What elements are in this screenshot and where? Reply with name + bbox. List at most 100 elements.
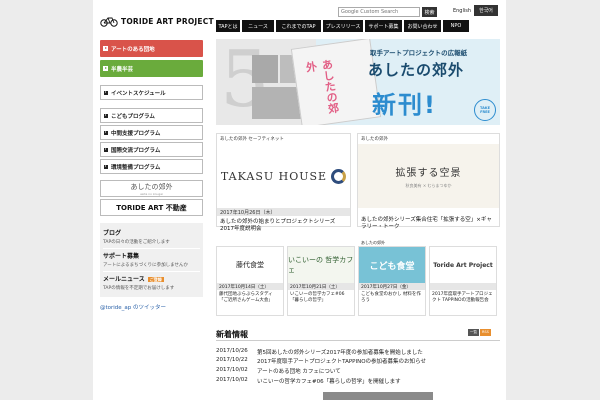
nav-contact[interactable]: お問い合わせ	[404, 20, 441, 32]
card-tag: あしたの郊外 セーフティネット	[220, 137, 284, 142]
news-list-button[interactable]: 一覧	[468, 329, 479, 336]
hero-paper-title: あしたの郊外	[303, 58, 341, 115]
event-card-small[interactable]: いこいーの 哲学カフェ 2017年10月21日（土） いこいーの哲学カフェ#06…	[287, 246, 355, 316]
search-input[interactable]	[338, 7, 420, 17]
info-title-text: メールニュース	[103, 276, 145, 283]
news-date: 2017/10/22	[216, 357, 248, 363]
news-photo	[323, 392, 433, 400]
event-card[interactable]: あしたの郊外 セーフティネット TAKASU HOUSE 2017年10月26日…	[216, 133, 351, 232]
card-date: 2017年10月14日（土）	[217, 283, 283, 290]
register-tag[interactable]: ご登録	[147, 277, 164, 282]
info-blog[interactable]: ブログ TAPの日々の活動をご紹介します	[103, 226, 200, 249]
info-sub: TAPの日々の活動をご紹介します	[103, 240, 170, 245]
news-buttons: 一覧 RSS	[468, 329, 491, 336]
card-date: 2017年10月26日（木）	[217, 208, 350, 216]
news-item[interactable]: 2017/10/02 いこいーの哲学カフェ#06「暮らしの哲学」を開催します	[216, 377, 401, 385]
nav-support[interactable]: サポート募集	[365, 20, 402, 32]
card-tag: あしたの郊外	[361, 137, 388, 142]
sidebar-item-label: 中間支援プログラム	[111, 130, 161, 137]
news-text: いこいーの哲学カフェ#06「暮らしの哲学」を開催します	[257, 379, 401, 385]
sidebar-item-international[interactable]: 国際交流プログラム	[100, 142, 203, 157]
card-date: 2017年10月27日（金）	[359, 283, 425, 290]
arrow-right-icon	[104, 130, 108, 135]
info-sub: TAPの情報を不定期でお届けします	[103, 286, 175, 291]
sidebar-item-label: こどもプログラム	[111, 113, 155, 120]
lang-korean-link[interactable]: 한국어	[474, 5, 498, 16]
info-title: サポート募集	[103, 253, 140, 260]
sidebar-item-danchi[interactable]: アートのある団地	[100, 40, 203, 57]
global-nav: TAPとは ニュース これまでのTAP プレスリリース サポート募集 お問い合わ…	[216, 20, 469, 32]
arrow-right-icon	[104, 164, 108, 169]
info-title: メールニュース ご登録	[103, 274, 200, 283]
banner-title: あしたの郊外	[130, 182, 173, 191]
banner-ashita-no-kougai[interactable]: あしたの郊外 asita no kougai	[100, 180, 203, 197]
sidebar-item-environment[interactable]: 環境整備プログラム	[100, 159, 203, 174]
card-title: あしたの郊外の始まりとプロジェクトシリーズ2017年度説明会	[220, 219, 336, 232]
bicycle-icon	[100, 17, 118, 27]
card-title: こども食堂のおかし 材料を作ろう	[361, 292, 421, 303]
news-date: 2017/10/26	[216, 348, 248, 354]
card-image: TAKASU HOUSE	[217, 144, 350, 208]
event-card-small[interactable]: Toride Art Project 2017年度取手アートプロジェクト TAP…	[429, 246, 497, 316]
rss-button[interactable]: RSS	[480, 329, 491, 336]
nav-press[interactable]: プレスリリース	[323, 20, 363, 32]
news-text: 2017年度取手アートプロジェクトTAPPINOの参加者募集のお知らせ	[257, 359, 426, 365]
twitter-link[interactable]: @toride_ap のツイッター	[100, 303, 203, 311]
info-support[interactable]: サポート募集 アートによるまちづくりに参加しませんか	[103, 249, 200, 272]
news-item[interactable]: 2017/10/22 2017年度取手アートプロジェクトTAPPINOの参加者募…	[216, 357, 426, 365]
search-box: 検索	[338, 7, 437, 17]
card-image-title: 拡張する空景	[395, 167, 462, 179]
arrow-right-icon	[103, 66, 108, 71]
hero-banner[interactable]: 5 あしたの郊外 取手アートプロジェクトの広報紙 あしたの郊外 新刊! TAKE…	[216, 39, 500, 125]
arrow-right-icon	[104, 147, 108, 152]
card-image: 拡張する空景 秋良美有 × むらまつゆか	[358, 144, 499, 208]
card-title: 藤代団地ぶらぶらスタディ「ご近所さんゲーム大会」	[219, 292, 273, 303]
card-date: 2017年10月21日（土）	[288, 283, 354, 290]
sidebar-item-label: イベントスケジュール	[111, 90, 166, 97]
page: TORIDE ART PROJECT 検索 English 한국어 TAPとは …	[93, 0, 506, 400]
event-card[interactable]: あしたの郊外 拡張する空景 秋良美有 × むらまつゆか あしたの郊外シリーズ集合…	[357, 133, 500, 230]
nav-npo[interactable]: NPO	[443, 20, 469, 32]
nav-archive[interactable]: これまでのTAP	[276, 20, 321, 32]
takasu-house-logo: TAKASU HOUSE	[220, 169, 328, 183]
hero-new-label: 新刊!	[372, 91, 437, 119]
card-image-subtitle: 秋良美有 × むらまつゆか	[405, 182, 452, 188]
event-card-small[interactable]: あしたの郊外 こども食堂 2017年10月27日（金） こども食堂のおかし 材料…	[358, 240, 426, 316]
site-logo[interactable]: TORIDE ART PROJECT	[100, 13, 214, 29]
card-date	[430, 283, 496, 290]
nav-about[interactable]: TAPとは	[216, 20, 240, 32]
news-divider	[216, 340, 500, 341]
news-item[interactable]: 2017/10/02 アートのある団地 カフェについて	[216, 367, 341, 375]
card-image: いこいーの 哲学カフェ	[288, 247, 354, 283]
ring-logo-icon	[331, 168, 347, 184]
sidebar-item-schedule[interactable]: イベントスケジュール	[100, 85, 203, 100]
card-title: いこいーの哲学カフェ#06「暮らしの哲学」	[290, 292, 345, 303]
banner-fudousan[interactable]: TORIDE ART 不動産	[100, 199, 203, 216]
sidebar-item-support-program[interactable]: 中間支援プログラム	[100, 125, 203, 140]
banner-subtitle: asita no kougai	[140, 191, 163, 196]
info-mailnews[interactable]: メールニュース ご登録 TAPの情報を不定期でお届けします	[103, 272, 200, 294]
news-item[interactable]: 2017/10/26 第5回あしたの郊外シリーズ2017年度の参加者募集を開始し…	[216, 348, 423, 356]
sidebar-item-label: 国際交流プログラム	[111, 147, 161, 154]
news-text: アートのある団地 カフェについて	[257, 369, 341, 375]
sidebar-item-label: アートのある団地	[111, 46, 155, 53]
sidebar: アートのある団地 半農半芸 イベントスケジュール こどもプログラム 中間支援プロ…	[100, 40, 203, 311]
news-date: 2017/10/02	[216, 377, 248, 383]
arrow-right-icon	[104, 113, 108, 118]
take-free-badge: TAKE FREE	[474, 99, 496, 121]
info-box: ブログ TAPの日々の活動をご紹介します サポート募集 アートによるまちづくりに…	[100, 223, 203, 297]
sidebar-item-label: 半農半芸	[111, 66, 134, 73]
arrow-right-icon	[104, 90, 108, 95]
card-title: 2017年度取手アートプロジェクト TAPPINOの活動報告会	[432, 292, 493, 303]
news-heading: 新着情報	[216, 330, 248, 339]
sidebar-item-kids[interactable]: こどもプログラム	[100, 108, 203, 123]
arrow-right-icon	[103, 46, 108, 51]
card-tag: あしたの郊外	[361, 240, 385, 245]
search-button[interactable]: 検索	[422, 7, 437, 17]
sidebar-item-hannou[interactable]: 半農半芸	[100, 60, 203, 77]
card-image: 藤代食堂	[217, 247, 283, 283]
event-card-small[interactable]: 藤代食堂 2017年10月14日（土） 藤代団地ぶらぶらスタディ「ご近所さんゲー…	[216, 246, 284, 316]
hero-newspaper: あしたの郊外	[290, 39, 382, 125]
lang-english-link[interactable]: English	[450, 5, 474, 16]
nav-news[interactable]: ニュース	[242, 20, 274, 32]
